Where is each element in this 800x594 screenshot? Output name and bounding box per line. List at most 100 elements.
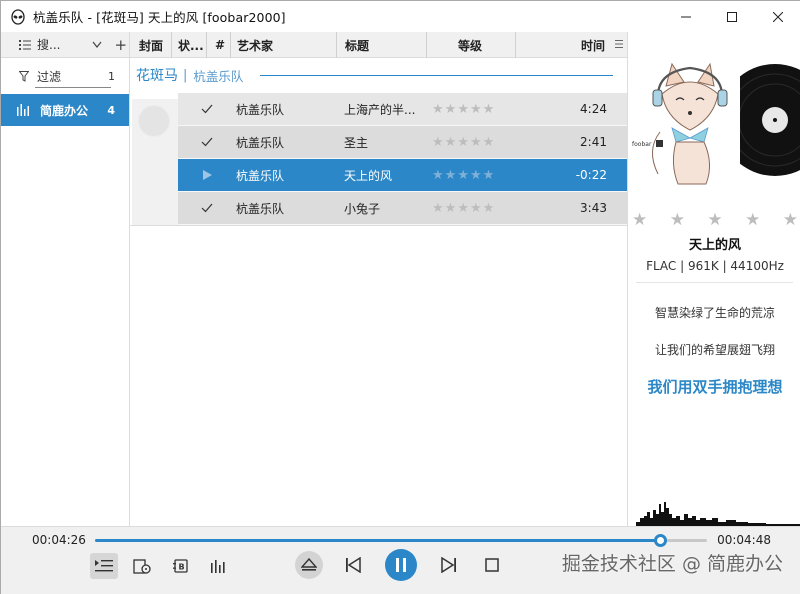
- star-icon[interactable]: ★: [632, 210, 647, 230]
- column-number[interactable]: #: [207, 32, 231, 58]
- star-icon[interactable]: ★: [483, 201, 495, 216]
- window-title: 杭盖乐队 - [花斑马] 天上的风 [foobar2000]: [33, 10, 286, 25]
- seek-fill: [95, 539, 661, 542]
- next-button[interactable]: [437, 553, 461, 577]
- playlist-view-button[interactable]: [90, 553, 118, 579]
- album-cover-thumbnail[interactable]: [132, 99, 178, 225]
- sort-button[interactable]: 搜...: [19, 36, 60, 53]
- star-icon[interactable]: ★: [483, 135, 495, 150]
- sort-label: 搜...: [37, 38, 61, 52]
- list-icon: [19, 40, 31, 50]
- filter-row[interactable]: 过滤 1: [1, 58, 129, 94]
- star-icon[interactable]: ★: [670, 210, 685, 230]
- star-icon[interactable]: ★: [470, 201, 482, 216]
- star-icon[interactable]: ★: [470, 168, 482, 183]
- foobar-window: 杭盖乐队 - [花斑马] 天上的风 [foobar2000] 搜... + 过滤…: [0, 0, 800, 594]
- visualizer-button[interactable]: [206, 553, 232, 579]
- track-artist: 杭盖乐队: [236, 102, 285, 117]
- disc-placeholder-icon: [138, 105, 170, 137]
- group-artist: 杭盖乐队: [193, 68, 244, 84]
- current-lyric-line: 我们用双手拥抱理想: [647, 378, 783, 396]
- maximize-icon: [727, 11, 737, 22]
- close-button[interactable]: [755, 1, 800, 32]
- tag-button[interactable]: B: [168, 553, 194, 579]
- column-status[interactable]: 状...: [172, 32, 207, 58]
- minimize-button[interactable]: [663, 1, 709, 32]
- track-row-playing[interactable]: 杭盖乐队 天上的风 ★ ★ ★ ★ ★ -0:22: [178, 159, 627, 192]
- star-icon[interactable]: ★: [783, 210, 798, 230]
- transport-bar: 00:04:26 00:04:48 B 掘金技术社区 @ 简鹿办公: [1, 526, 800, 594]
- track-row[interactable]: 杭盖乐队 小兔子 ★ ★ ★ ★ ★ 3:43: [178, 192, 627, 225]
- lyric-line: 让我们的希望展翅飞翔: [654, 343, 775, 357]
- star-icon[interactable]: ★: [432, 201, 444, 216]
- alien-icon: [11, 8, 25, 25]
- maximize-button[interactable]: [709, 1, 755, 32]
- library-item-jianlu[interactable]: 简鹿办公 4: [1, 94, 129, 126]
- previous-icon: [346, 557, 361, 573]
- star-icon[interactable]: ★: [483, 102, 495, 117]
- star-icon[interactable]: ★: [470, 102, 482, 117]
- star-rating[interactable]: ★ ★ ★ ★ ★: [432, 135, 530, 150]
- album-group-header: 花斑马 | 杭盖乐队: [130, 58, 627, 92]
- track-artist: 杭盖乐队: [236, 201, 285, 216]
- column-artist[interactable]: 艺术家: [231, 32, 337, 58]
- star-icon[interactable]: ★: [470, 135, 482, 150]
- star-icon[interactable]: ★: [457, 201, 469, 216]
- star-icon[interactable]: ★: [445, 102, 457, 117]
- star-rating[interactable]: ★ ★ ★ ★ ★: [432, 102, 530, 117]
- pause-button[interactable]: [385, 549, 417, 581]
- watermark: 掘金技术社区 @ 简鹿办公: [561, 553, 783, 575]
- playlist-view: 封面 状... # 艺术家 标题 等级 时间 花斑马 | 杭盖乐队 杭盖乐队 上…: [130, 32, 627, 526]
- track-row[interactable]: 杭盖乐队 圣主 ★ ★ ★ ★ ★ 2:41: [178, 126, 627, 159]
- seek-handle[interactable]: [654, 534, 668, 547]
- previous-button[interactable]: [341, 553, 365, 577]
- track-title: 圣主: [344, 135, 369, 150]
- track-list: 杭盖乐队 上海产的半... ★ ★ ★ ★ ★ 4:24 杭盖乐队 圣主 ★ ★ ★ ★ ★ 2…: [178, 93, 627, 225]
- track-time: 2:41: [580, 135, 607, 149]
- eject-button[interactable]: [295, 551, 323, 579]
- chevron-down-icon[interactable]: [92, 41, 102, 49]
- star-icon[interactable]: ★: [432, 168, 444, 183]
- minimize-icon: [681, 16, 691, 17]
- column-time[interactable]: 时间: [516, 32, 627, 58]
- close-icon: [773, 11, 783, 22]
- star-icon[interactable]: ★: [445, 135, 457, 150]
- track-title: 小兔子: [344, 201, 381, 216]
- star-icon[interactable]: ★: [707, 210, 722, 230]
- column-title[interactable]: 标题: [337, 32, 427, 58]
- playlist-header: 封面 状... # 艺术家 标题 等级 时间: [130, 32, 627, 58]
- group-separator: |: [183, 67, 188, 83]
- stop-button[interactable]: [481, 553, 503, 577]
- window-controls: [663, 1, 800, 32]
- star-icon[interactable]: ★: [432, 102, 444, 117]
- star-icon[interactable]: ★: [432, 135, 444, 150]
- album-art[interactable]: foobar: [628, 38, 800, 194]
- star-icon[interactable]: ★: [445, 201, 457, 216]
- album-list-button[interactable]: [129, 553, 155, 579]
- column-cover[interactable]: 封面: [130, 32, 172, 58]
- library-panel: 搜... + 过滤 1 简鹿办公 4: [1, 32, 130, 526]
- library-item-label: 简鹿办公: [40, 103, 89, 118]
- menu-icon[interactable]: [615, 38, 623, 50]
- column-rating[interactable]: 等级: [427, 32, 516, 58]
- filter-label: 过滤: [37, 69, 62, 84]
- now-playing-rating[interactable]: ★ ★ ★ ★ ★: [632, 210, 798, 230]
- stop-icon: [485, 558, 499, 572]
- track-row[interactable]: 杭盖乐队 上海产的半... ★ ★ ★ ★ ★ 4:24: [178, 93, 627, 126]
- star-icon[interactable]: ★: [445, 168, 457, 183]
- star-icon[interactable]: ★: [457, 102, 469, 117]
- star-icon[interactable]: ★: [457, 168, 469, 183]
- star-rating[interactable]: ★ ★ ★ ★ ★: [432, 201, 530, 216]
- track-artist: 杭盖乐队: [236, 168, 285, 183]
- star-rating[interactable]: ★ ★ ★ ★ ★: [432, 168, 530, 183]
- add-icon[interactable]: +: [114, 36, 127, 54]
- filter-icon: [19, 70, 29, 82]
- star-icon[interactable]: ★: [745, 210, 760, 230]
- star-icon[interactable]: ★: [457, 135, 469, 150]
- star-icon[interactable]: ★: [483, 168, 495, 183]
- track-artist: 杭盖乐队: [236, 135, 285, 150]
- check-icon: [178, 203, 236, 213]
- track-time: 3:43: [580, 201, 607, 215]
- seek-bar[interactable]: [95, 534, 707, 547]
- track-title: 天上的风: [344, 168, 393, 183]
